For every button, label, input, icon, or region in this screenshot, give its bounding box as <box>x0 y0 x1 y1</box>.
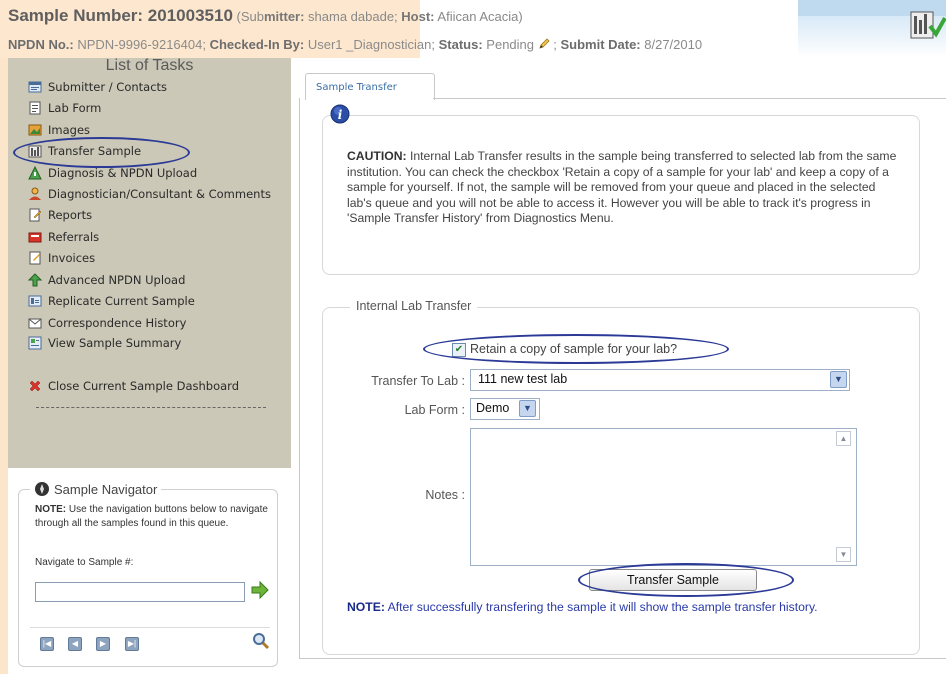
scroll-up-icon[interactable]: ▲ <box>836 431 851 446</box>
navigator-note: NOTE: Use the navigation buttons below t… <box>35 504 268 529</box>
sample-title: Sample Number: 201003510 (Submitter: sha… <box>8 6 523 25</box>
annotation-oval-transfer-button <box>578 563 794 597</box>
tab-sample-transfer-label: Sample Transfer <box>316 82 397 93</box>
notes-label: Notes : <box>425 488 465 502</box>
caution-message: CAUTION: Internal Lab Transfer results i… <box>347 149 897 225</box>
sidebar-divider <box>36 407 266 408</box>
mail-icon <box>28 318 42 329</box>
task-advanced-npdn-upload[interactable]: Advanced NPDN Upload <box>28 270 185 290</box>
last-sample-button[interactable]: ▶| <box>125 637 139 651</box>
sample-navigator-title: Sample Navigator <box>30 481 162 497</box>
first-sample-button[interactable]: |◀ <box>40 637 54 651</box>
task-list-title: List of Tasks <box>105 57 194 74</box>
scroll-down-icon[interactable]: ▼ <box>836 547 851 562</box>
task-referrals[interactable]: Referrals <box>28 227 99 247</box>
app-logo-icon <box>910 11 946 39</box>
contacts-icon <box>28 81 42 93</box>
consultant-icon <box>29 187 41 200</box>
navigator-divider <box>30 627 270 628</box>
images-icon <box>28 124 42 136</box>
transfer-history-note: NOTE: After successfully transfering the… <box>347 600 818 614</box>
tab-strip-line <box>433 98 946 99</box>
navigate-sample-input[interactable] <box>35 582 245 602</box>
close-sample-dashboard[interactable]: Close Current Sample Dashboard <box>28 376 239 396</box>
task-lab-form[interactable]: Lab Form <box>28 98 101 118</box>
go-arrow-icon[interactable] <box>250 580 270 600</box>
previous-sample-button[interactable]: ◀ <box>68 637 82 651</box>
task-view-sample-summary[interactable]: View Sample Summary <box>28 333 181 353</box>
task-invoices[interactable]: Invoices <box>28 248 95 268</box>
chevron-down-icon[interactable]: ▼ <box>519 400 536 417</box>
task-reports[interactable]: Reports <box>28 205 92 225</box>
navigate-to-label: Navigate to Sample #: <box>35 557 134 568</box>
next-sample-button[interactable]: ▶ <box>96 637 110 651</box>
close-x-icon <box>29 380 41 392</box>
upload-arrow-icon <box>28 273 42 287</box>
task-submitter-contacts[interactable]: Submitter / Contacts <box>28 77 167 97</box>
info-icon: i <box>330 104 350 124</box>
svg-text:i: i <box>338 108 343 122</box>
task-replicate-current-sample[interactable]: Replicate Current Sample <box>28 291 195 311</box>
form-icon <box>29 101 41 115</box>
replicate-icon <box>28 295 42 307</box>
task-diagnostician-consultant-comments[interactable]: Diagnostician/Consultant & Comments <box>28 184 271 204</box>
task-correspondence-history[interactable]: Correspondence History <box>28 313 186 333</box>
referrals-icon <box>28 232 42 243</box>
summary-icon <box>28 336 42 350</box>
navigator-compass-icon <box>35 482 49 496</box>
lab-form-value: Demo <box>476 401 510 415</box>
sample-number: Sample Number: 201003510 <box>8 6 233 25</box>
annotation-oval-retain-copy <box>423 334 729 364</box>
transfer-to-lab-value: 111 new test lab <box>478 372 568 386</box>
reports-icon <box>29 208 42 222</box>
diagnosis-icon <box>28 166 42 180</box>
pencil-edit-icon[interactable] <box>538 38 550 50</box>
internal-lab-transfer-title: Internal Lab Transfer <box>350 299 478 313</box>
sample-info-line: NPDN No.: NPDN-9996-9216404; Checked-In … <box>8 37 703 52</box>
transfer-to-lab-label: Transfer To Lab : <box>371 374 465 388</box>
invoices-icon <box>29 251 41 265</box>
chevron-down-icon[interactable]: ▼ <box>830 371 847 388</box>
lab-form-label: Lab Form : <box>404 403 465 417</box>
annotation-oval-transfer-sample <box>13 137 190 168</box>
search-icon[interactable] <box>252 632 270 650</box>
notes-textarea[interactable] <box>470 428 857 566</box>
